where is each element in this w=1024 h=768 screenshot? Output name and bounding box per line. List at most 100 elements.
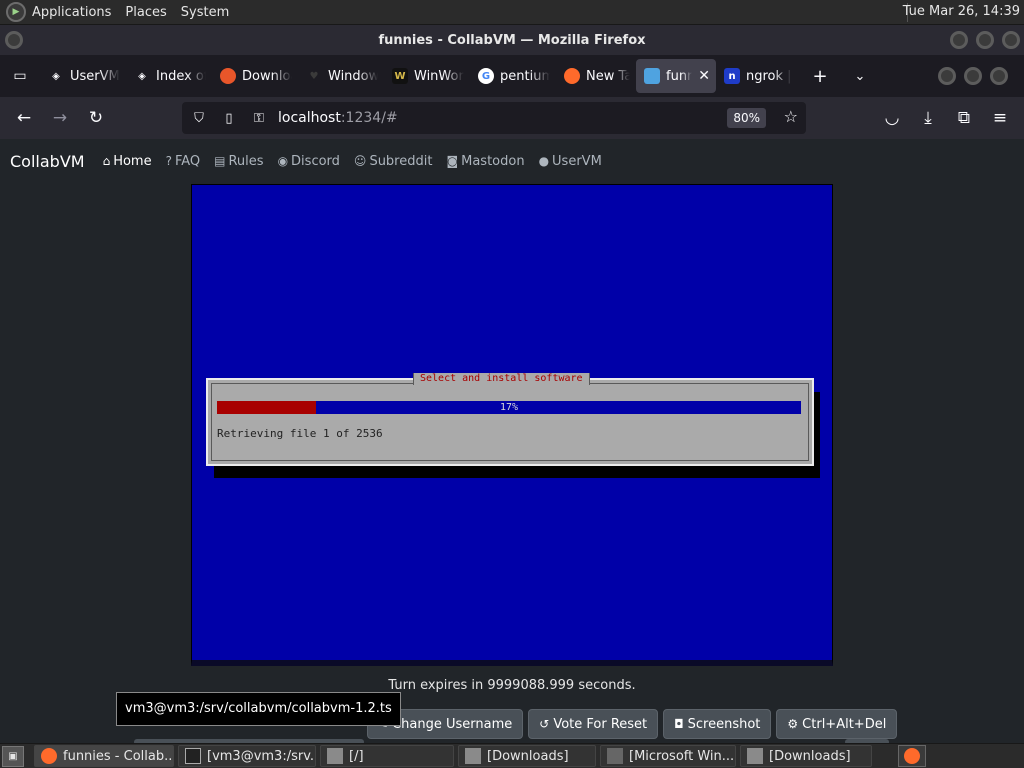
window-titlebar[interactable]: funnies - CollabVM — Mozilla Firefox	[0, 25, 1024, 55]
page-content: CollabVM ⌂ Home ? FAQ ▤ Rules ◉ Discord ☺ Sub…	[0, 139, 1024, 743]
tab-index-of[interactable]: ◈ Index of	[126, 59, 212, 93]
tab-winworld[interactable]: W WinWorld	[384, 59, 470, 93]
chevron-down-icon: ⌄	[854, 68, 866, 84]
window-title: funnies - CollabVM — Mozilla Firefox	[378, 32, 646, 48]
bookmark-star-icon[interactable]: ☆	[784, 107, 798, 126]
screenshot-button[interactable]: ◘ Screenshot	[663, 709, 772, 739]
nav-rules[interactable]: ▤ Rules	[214, 154, 263, 169]
extensions-button[interactable]: ⧉	[946, 102, 982, 134]
download-icon: ⤓	[924, 108, 932, 128]
tab-strip: ▭ ◈ UserVM ◈ Index of Download ♥ Windows…	[0, 55, 1024, 97]
nav-subreddit[interactable]: ☺ Subreddit	[354, 154, 433, 169]
vote-reset-button[interactable]: ↺ Vote For Reset	[528, 709, 659, 739]
nav-uservm[interactable]: ● UserVM	[539, 154, 602, 169]
nav-home[interactable]: ⌂ Home	[103, 154, 152, 169]
install-dialog: Select and install software 17% Retrievi…	[206, 373, 814, 466]
plus-icon: +	[812, 65, 828, 87]
forward-button[interactable]: →	[42, 102, 78, 134]
page-icon[interactable]: ▯	[216, 102, 242, 134]
vm-display[interactable]: Select and install software 17% Retrievi…	[191, 184, 833, 666]
tab-new-tab[interactable]: New Tab	[556, 59, 636, 93]
zoom-indicator[interactable]: 80%	[727, 108, 766, 128]
home-icon: ⌂	[102, 154, 111, 168]
progress-label: 17%	[499, 402, 519, 413]
system-menu[interactable]: System	[181, 5, 229, 20]
tab-funnies[interactable]: funnies ✕	[636, 59, 716, 93]
places-menu[interactable]: Places	[125, 5, 166, 20]
winworld-icon: W	[392, 68, 408, 84]
reload-button[interactable]: ↻	[78, 102, 114, 134]
new-tab-button[interactable]: +	[800, 55, 840, 97]
clipboard-icon: ▤	[214, 154, 226, 168]
tab-download[interactable]: Download	[212, 59, 298, 93]
window-menu-button[interactable]	[5, 31, 23, 49]
cube-icon: ◈	[52, 70, 60, 82]
window-icon	[607, 748, 623, 764]
tab-ngrok[interactable]: n ngrok |	[716, 59, 800, 93]
arrow-right-icon: →	[52, 108, 68, 128]
taskbar-item-microsoft-window[interactable]: [Microsoft Win...	[600, 745, 736, 767]
discord-icon: ◉	[277, 154, 289, 168]
minimize-button[interactable]	[950, 31, 968, 49]
tab-windows[interactable]: ♥ Windows	[298, 59, 384, 93]
mastodon-icon: ◙	[446, 154, 459, 168]
clock[interactable]: Tue Mar 26, 14:39	[903, 4, 1020, 19]
tab-uservm[interactable]: ◈ UserVM	[40, 59, 126, 93]
decor-circle-1	[938, 67, 956, 85]
bottom-taskbar: ▣ funnies - Collab... [vm3@vm3:/srv... […	[0, 743, 1024, 768]
question-icon: ?	[165, 154, 172, 168]
folder-icon	[747, 748, 763, 764]
arrow-left-icon: ←	[16, 108, 32, 128]
undo-icon: ↺	[539, 717, 550, 731]
taskbar-tooltip: vm3@vm3:/srv/collabvm/collabvm-1.2.ts	[116, 692, 401, 726]
site-brand[interactable]: CollabVM	[10, 152, 85, 171]
url-bar[interactable]: ⛉ ▯ ⚿ localhost:1234/# 80% ☆	[182, 102, 806, 134]
vm-button-row: ✎Change Username ↺Vote For Reset ◘Screen…	[367, 709, 902, 739]
taskbar-item-downloads-2[interactable]: [Downloads]	[740, 745, 872, 767]
url-host: localhost	[278, 110, 341, 126]
taskbar-item-downloads-1[interactable]: [Downloads]	[458, 745, 596, 767]
show-desktop-button[interactable]: ▣	[2, 745, 24, 767]
taskbar-item-firefox[interactable]: funnies - Collab...	[34, 745, 174, 767]
dialog-title: Select and install software	[413, 373, 590, 385]
nav-mastodon[interactable]: ◙ Mastodon	[446, 154, 524, 169]
turn-timer: Turn expires in 9999088.999 seconds.	[388, 678, 636, 693]
distro-logo-icon[interactable]: ▶	[6, 2, 26, 22]
nav-faq[interactable]: ? FAQ	[166, 154, 201, 169]
app-menu-button[interactable]: ≡	[982, 102, 1018, 134]
applications-menu[interactable]: Applications	[32, 5, 111, 20]
firefox-icon	[904, 748, 920, 764]
reload-icon: ↻	[88, 108, 104, 128]
tab-pentium[interactable]: G pentium	[470, 59, 556, 93]
heart-icon: ♥	[309, 70, 319, 82]
progress-status: Retrieving file 1 of 2536	[217, 427, 383, 440]
folder-icon	[327, 748, 343, 764]
key-icon[interactable]: ⚿	[246, 102, 272, 134]
shield-icon[interactable]: ⛉	[186, 102, 212, 134]
folder-icon	[465, 748, 481, 764]
taskbar-item-terminal[interactable]: [vm3@vm3:/srv...	[178, 745, 316, 767]
ngrok-icon: n	[724, 68, 740, 84]
maximize-button[interactable]	[976, 31, 994, 49]
taskbar-item-root-folder[interactable]: [/]	[320, 745, 454, 767]
cube-icon: ◈	[138, 70, 146, 82]
close-window-button[interactable]	[1002, 31, 1020, 49]
pocket-button[interactable]: ◡	[874, 102, 910, 134]
site-navbar: CollabVM ⌂ Home ? FAQ ▤ Rules ◉ Discord ☺ Sub…	[0, 139, 1024, 183]
nav-discord[interactable]: ◉ Discord	[278, 154, 340, 169]
desktop-icon: ▣	[8, 750, 18, 762]
list-all-tabs-button[interactable]: ⌄	[840, 55, 880, 97]
user-icon: ●	[538, 154, 550, 168]
downloads-button[interactable]: ⤓	[910, 102, 946, 134]
url-path: :1234/#	[340, 110, 398, 126]
back-button[interactable]: ←	[6, 102, 42, 134]
colorful-logo-icon	[220, 68, 236, 84]
ctrl-alt-del-button[interactable]: ⚙ Ctrl+Alt+Del	[776, 709, 898, 739]
tray-firefox-launcher[interactable]	[898, 745, 926, 767]
pocket-icon: ◡	[884, 108, 900, 128]
camera-icon: ◘	[674, 717, 684, 731]
firefox-view-button[interactable]: ▭	[0, 55, 40, 97]
toolbar-right: ◡ ⤓ ⧉ ≡	[874, 102, 1018, 134]
top-panel: ▶ Applications Places System Tue Mar 26,…	[0, 0, 1024, 25]
close-tab-icon[interactable]: ✕	[698, 68, 710, 84]
